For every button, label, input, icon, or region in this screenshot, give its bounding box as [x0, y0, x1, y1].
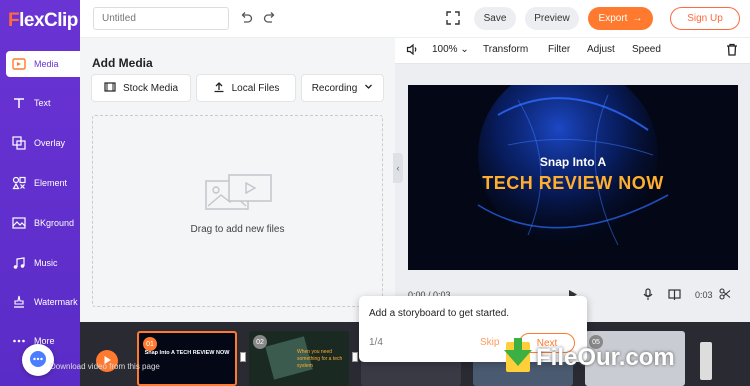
tab-label: Local Files — [231, 82, 280, 94]
subtitle-icon[interactable] — [668, 288, 681, 303]
text-icon — [12, 96, 26, 110]
tab-label: Recording — [311, 82, 358, 94]
volume-icon[interactable] — [406, 43, 419, 59]
sidebar-item-watermark[interactable]: Watermark — [6, 289, 80, 315]
background-icon — [12, 216, 26, 230]
speed-button[interactable]: Speed — [632, 44, 661, 55]
more-icon — [12, 334, 26, 348]
watermark-text: FileOur.com — [536, 344, 675, 371]
tab-local-files[interactable]: Local Files — [197, 75, 295, 101]
sidebar: FlexClip Media Text Overlay Element BKgr… — [0, 0, 80, 386]
undo-icon[interactable] — [237, 9, 255, 27]
preview-area: 100% ⌄ Transform Filter Adjust Speed ‹ S… — [393, 38, 750, 322]
fullscreen-icon[interactable] — [444, 9, 462, 27]
export-button[interactable]: Export → — [588, 7, 653, 30]
zoom-value: 100% — [432, 44, 458, 55]
zoom-select[interactable]: 100% ⌄ — [432, 44, 469, 55]
transition-marker[interactable] — [240, 352, 246, 362]
clip-caption: Snap Into A TECH REVIEW NOW — [144, 350, 230, 356]
sidebar-item-overlay[interactable]: Overlay — [6, 130, 80, 156]
timeline-clip[interactable]: 02 When you need something for a tech sy… — [249, 331, 349, 386]
file-dropzone[interactable]: Drag to add new files — [92, 115, 383, 307]
watermark-overlay: FileOur.com — [500, 336, 740, 382]
sidebar-item-label: Overlay — [34, 138, 66, 148]
trash-icon[interactable] — [726, 43, 738, 59]
sidebar-item-label: Element — [34, 178, 68, 188]
sidebar-item-label: Music — [34, 258, 58, 268]
project-title-input[interactable] — [93, 7, 229, 30]
arrow-right-icon: → — [632, 13, 643, 24]
app-logo[interactable]: FlexClip — [8, 10, 78, 32]
collapse-panel-handle[interactable]: ‹ — [393, 153, 403, 183]
popover-message: Add a storyboard to get started. — [369, 308, 510, 319]
transition-marker[interactable] — [352, 352, 358, 362]
watermark-icon — [12, 295, 26, 309]
media-files-icon — [205, 174, 273, 213]
sidebar-item-background[interactable]: BKground — [6, 210, 80, 236]
media-icon — [12, 57, 26, 71]
sidebar-item-media[interactable]: Media — [6, 51, 80, 77]
sidebar-item-label: Text — [34, 98, 51, 108]
video-canvas[interactable]: Snap Into A TECH REVIEW NOW — [408, 85, 738, 270]
clip-caption: When you need something for a tech syste… — [297, 349, 343, 369]
sidebar-item-element[interactable]: Element — [6, 170, 80, 196]
filter-button[interactable]: Filter — [548, 44, 570, 55]
drop-hint-text: Drag to add new files — [190, 224, 285, 235]
adjust-button[interactable]: Adjust — [587, 44, 615, 55]
clip-toolbar: 100% ⌄ Transform Filter Adjust Speed — [395, 38, 750, 64]
chevron-down-icon — [364, 82, 373, 94]
clip-number: 02 — [253, 335, 267, 349]
sidebar-item-music[interactable]: Music — [6, 250, 80, 276]
tab-stock-media[interactable]: Stock Media — [92, 75, 190, 101]
upload-icon — [213, 81, 225, 96]
transform-button[interactable]: Transform — [483, 44, 528, 55]
timeline-clip[interactable]: 01 Snap Into A TECH REVIEW NOW — [137, 331, 237, 386]
chat-support-button[interactable] — [22, 344, 54, 376]
chevron-left-icon: ‹ — [396, 163, 400, 173]
sidebar-item-label: Media — [34, 59, 59, 69]
preview-button[interactable]: Preview — [525, 7, 579, 30]
music-icon — [12, 256, 26, 270]
logo-text: lexClip — [19, 10, 78, 31]
export-label: Export — [598, 13, 628, 24]
element-icon — [12, 176, 26, 190]
signup-button[interactable]: Sign Up — [670, 7, 740, 30]
chevron-down-icon: ⌄ — [460, 44, 469, 55]
redo-icon[interactable] — [261, 9, 279, 27]
video-title: TECH REVIEW NOW — [482, 173, 664, 193]
video-subtitle: Snap Into A — [539, 155, 607, 169]
tab-label: Stock Media — [122, 82, 179, 94]
download-video-hint[interactable]: Download video from this page — [50, 362, 160, 371]
save-button[interactable]: Save — [474, 7, 516, 30]
chat-icon — [29, 350, 47, 371]
clip-duration: 0:03 — [695, 290, 713, 300]
app-root: FlexClip Media Text Overlay Element BKgr… — [0, 0, 750, 386]
top-header: Save Preview Export → Sign Up — [80, 0, 750, 38]
overlay-icon — [12, 136, 26, 150]
tab-recording[interactable]: Recording — [302, 75, 383, 101]
stock-media-icon — [104, 81, 116, 96]
media-panel: Add Media Stock Media Local Files Record… — [80, 38, 395, 322]
sidebar-item-label: BKground — [34, 218, 75, 228]
download-arrow-icon — [500, 336, 534, 379]
sidebar-item-text[interactable]: Text — [6, 90, 80, 116]
popover-step-indicator: 1/4 — [369, 337, 383, 348]
microphone-icon[interactable] — [642, 288, 654, 303]
panel-title: Add Media — [92, 56, 153, 70]
sidebar-item-label: Watermark — [34, 297, 78, 307]
scissors-icon[interactable] — [719, 288, 731, 302]
skip-button[interactable]: Skip — [480, 337, 499, 348]
